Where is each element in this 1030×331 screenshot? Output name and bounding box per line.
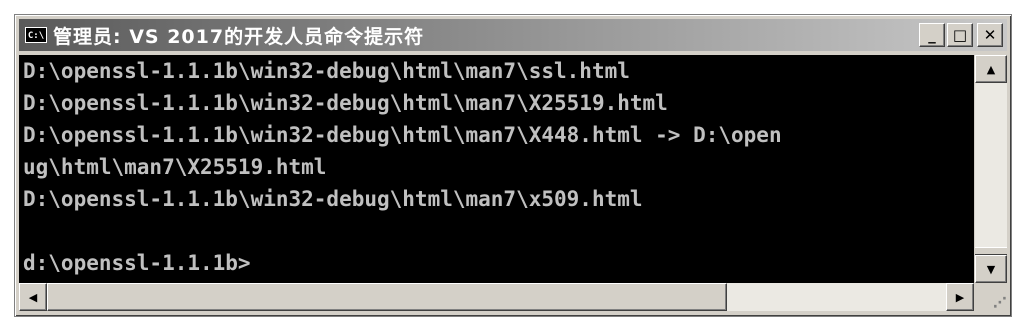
resize-grip-icon[interactable]: ⋰ [975, 283, 1007, 311]
command-prompt[interactable]: d:\openssl-1.1.1b> [19, 247, 974, 279]
console-line: D:\openssl-1.1.1b\win32-debug\html\man7\… [23, 91, 668, 115]
close-button[interactable]: ✕ [977, 23, 1003, 47]
console-window: C:\ 管理员: VS 2017的开发人员命令提示符 _ □ ✕ D:\open… [14, 14, 1012, 317]
console-line: D:\openssl-1.1.1b\win32-debug\html\man7\… [23, 123, 782, 147]
scroll-down-arrow-icon[interactable]: ▼ [975, 255, 1007, 283]
horizontal-scroll-thumb[interactable] [47, 283, 727, 311]
scroll-left-arrow-icon[interactable]: ◀ [19, 283, 47, 311]
scroll-right-arrow-icon[interactable]: ▶ [946, 283, 974, 311]
vertical-scrollbar[interactable]: ▲ ▼ [975, 55, 1007, 283]
horizontal-scrollbar[interactable]: ◀ ▶ [19, 283, 974, 311]
minimize-button[interactable]: _ [919, 23, 945, 47]
console-line: ug\html\man7\X25519.html [23, 155, 327, 179]
title-bar[interactable]: C:\ 管理员: VS 2017的开发人员命令提示符 _ □ ✕ [19, 19, 1007, 51]
console-line: D:\openssl-1.1.1b\win32-debug\html\man7\… [23, 59, 630, 83]
scroll-up-arrow-icon[interactable]: ▲ [975, 55, 1007, 83]
console-app-icon[interactable]: C:\ [25, 27, 47, 43]
window-title: 管理员: VS 2017的开发人员命令提示符 [53, 25, 425, 48]
vertical-scroll-thumb[interactable] [975, 247, 1007, 255]
title-bar-buttons: _ □ ✕ [919, 23, 1003, 47]
maximize-button[interactable]: □ [947, 23, 973, 47]
console-output[interactable]: D:\openssl-1.1.1b\win32-debug\html\man7\… [19, 55, 974, 283]
console-line: D:\openssl-1.1.1b\win32-debug\html\man7\… [23, 187, 643, 211]
